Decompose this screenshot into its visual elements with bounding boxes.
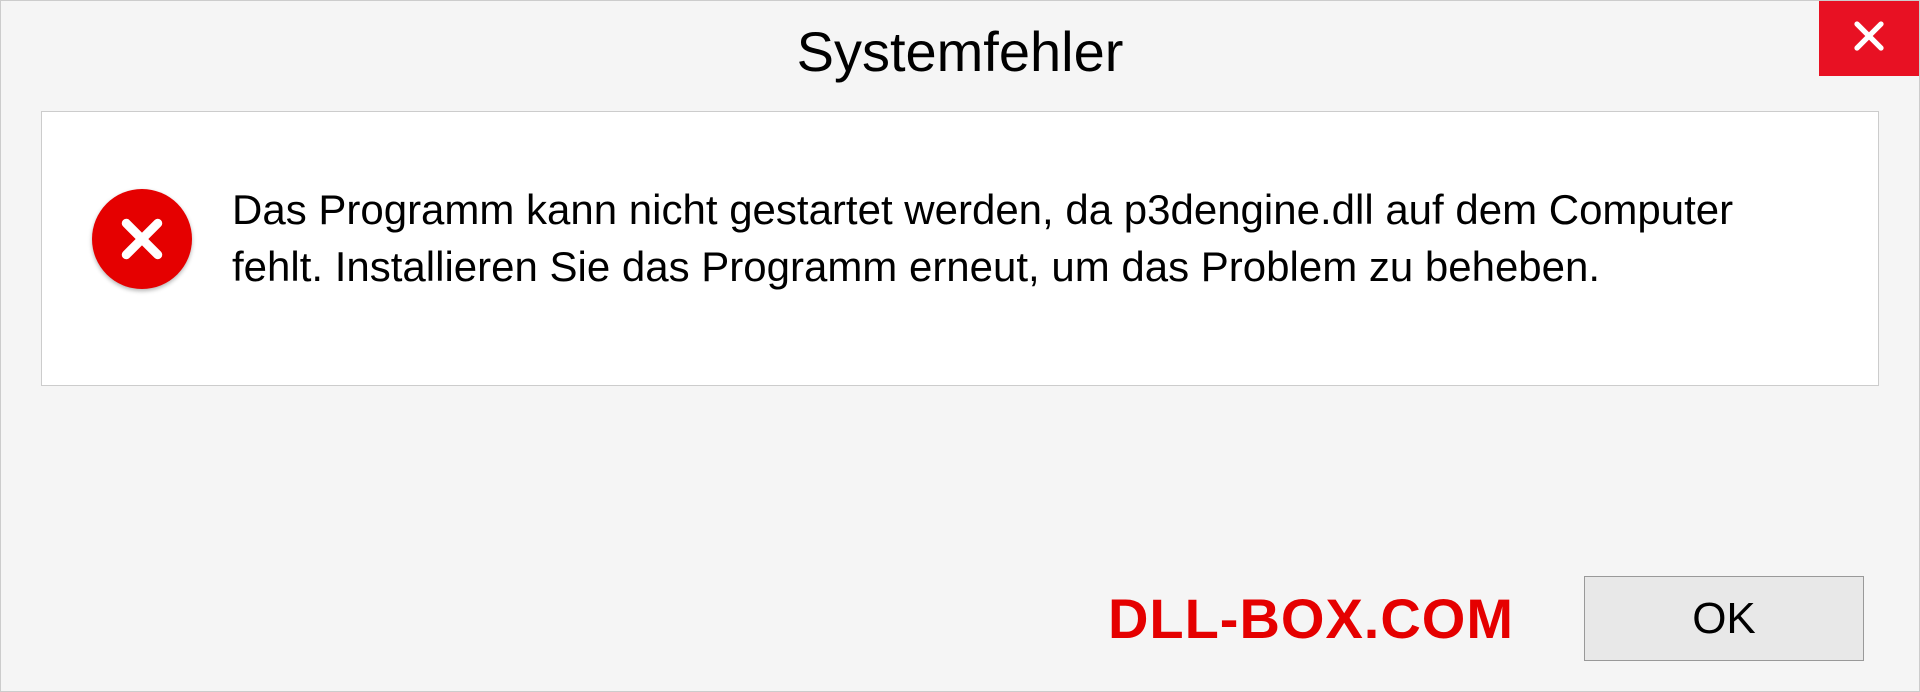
ok-button[interactable]: OK	[1584, 576, 1864, 661]
footer: DLL-BOX.COM OK	[1, 576, 1919, 661]
close-button[interactable]	[1819, 1, 1919, 76]
error-icon	[92, 189, 192, 289]
dialog-title: Systemfehler	[797, 19, 1124, 84]
watermark-text: DLL-BOX.COM	[1108, 586, 1514, 651]
titlebar: Systemfehler	[1, 1, 1919, 101]
content-area: Das Programm kann nicht gestartet werden…	[41, 111, 1879, 386]
error-message: Das Programm kann nicht gestartet werden…	[232, 182, 1828, 295]
close-icon	[1851, 18, 1887, 59]
error-dialog: Systemfehler Das Programm kann nicht ges…	[0, 0, 1920, 692]
